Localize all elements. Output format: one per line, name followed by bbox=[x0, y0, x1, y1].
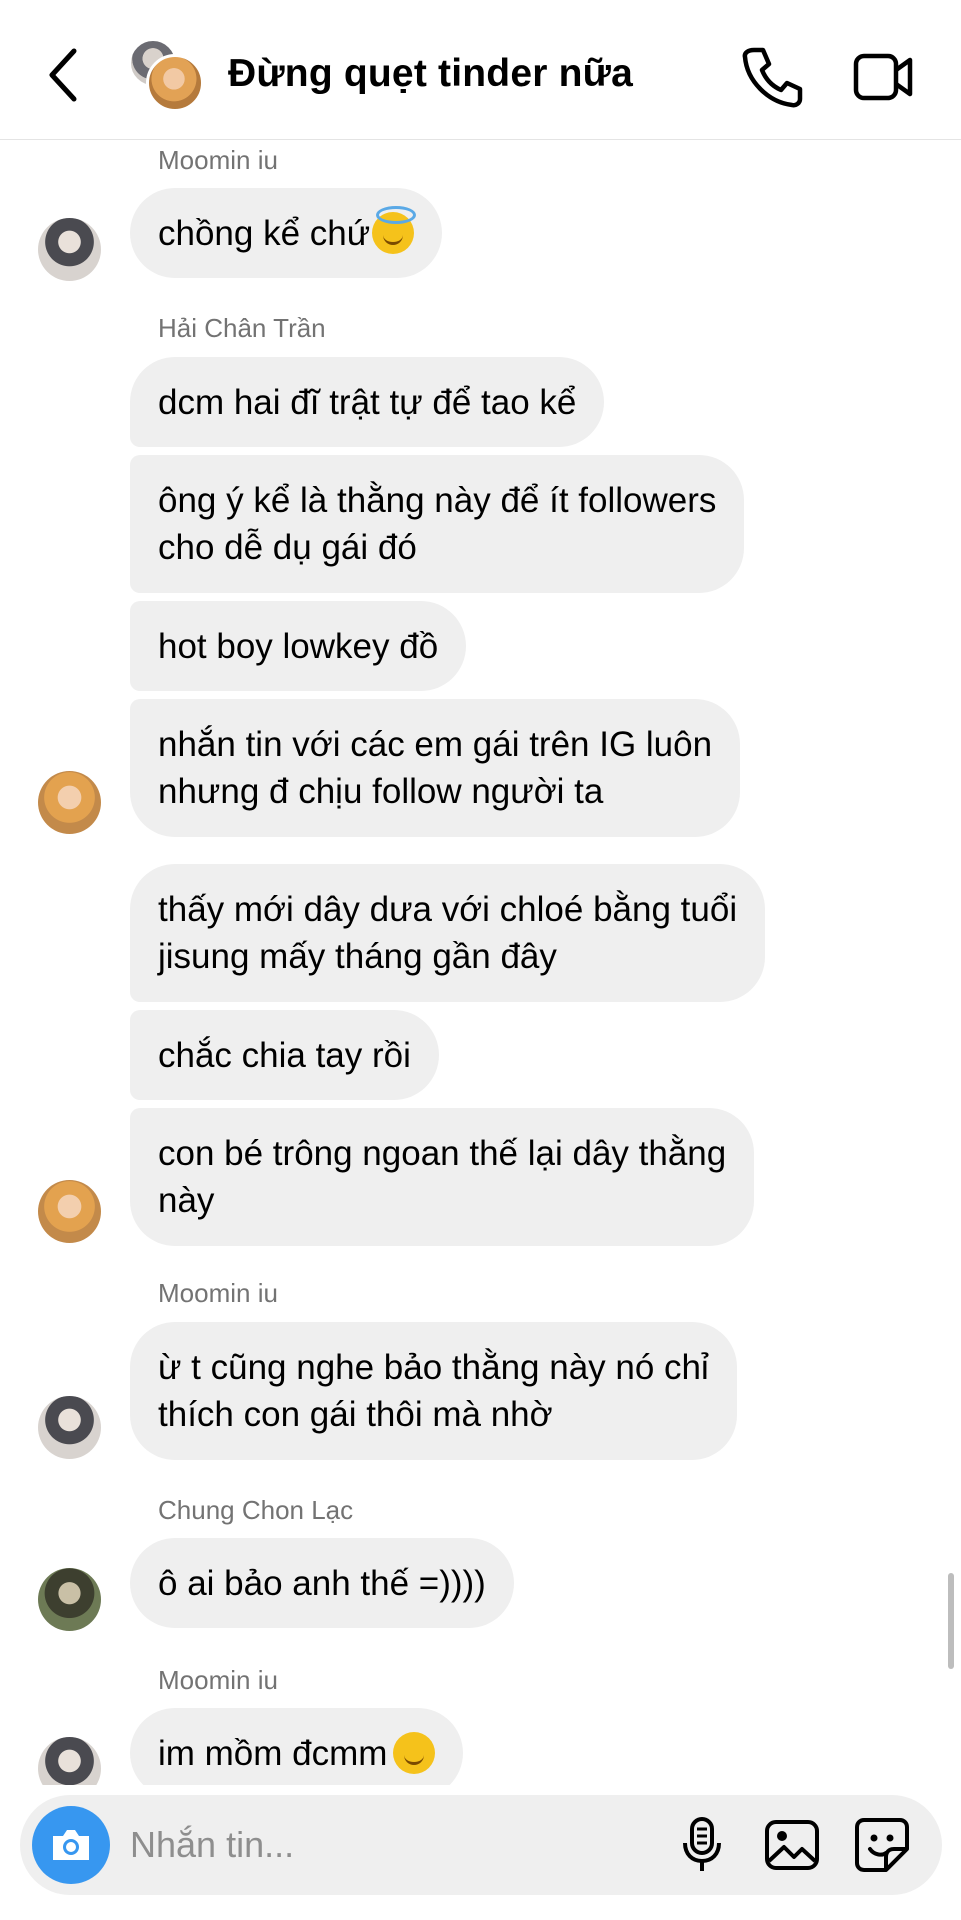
message-composer bbox=[20, 1795, 942, 1895]
chevron-left-icon bbox=[49, 48, 77, 102]
voice-message-button[interactable] bbox=[670, 1813, 734, 1877]
avatar[interactable] bbox=[38, 1568, 101, 1631]
message-text: chắc chia tay rồi bbox=[158, 1035, 411, 1075]
gallery-button[interactable] bbox=[760, 1813, 824, 1877]
voice-call-button[interactable] bbox=[738, 44, 806, 110]
camera-icon bbox=[53, 1830, 89, 1860]
back-button[interactable] bbox=[38, 40, 88, 110]
message-text: nhắn tin với các em gái trên IG luôn như… bbox=[158, 725, 713, 811]
sender-name: Moomin iu bbox=[158, 1278, 278, 1308]
message-bubble[interactable]: chồng kể chứ bbox=[130, 188, 443, 278]
sticker-icon bbox=[855, 1818, 909, 1872]
slightly-smiling-face-icon bbox=[393, 1732, 436, 1774]
message-bubble[interactable]: ô ai bảo anh thế =)))) bbox=[130, 1538, 514, 1628]
message-text: ừ t cũng nghe bảo thằng này nó chỉ thích… bbox=[158, 1348, 709, 1434]
sticker-button[interactable] bbox=[850, 1813, 914, 1877]
video-camera-icon bbox=[853, 53, 913, 101]
avatar[interactable] bbox=[38, 218, 101, 281]
camera-button[interactable] bbox=[32, 1806, 110, 1884]
message-text: con bé trông ngoan thế lại dây thằng này bbox=[158, 1134, 727, 1220]
group-avatar[interactable] bbox=[128, 38, 208, 114]
message-text: ông ý kể là thằng này để ít followers ch… bbox=[158, 481, 717, 567]
microphone-icon bbox=[683, 1817, 721, 1871]
image-icon bbox=[765, 1820, 819, 1870]
message-list[interactable]: Moomin iu chồng kể chứ Hải Chân Trần dcm… bbox=[0, 140, 961, 1785]
message-bubble[interactable]: chắc chia tay rồi bbox=[130, 1010, 439, 1100]
avatar[interactable] bbox=[38, 1396, 101, 1459]
message-text: im mồm đcmm bbox=[158, 1733, 388, 1773]
avatar[interactable] bbox=[38, 1737, 101, 1785]
message-bubble[interactable]: thấy mới dây dưa với chloé bằng tuổi jis… bbox=[130, 864, 766, 1002]
message-bubble[interactable]: hot boy lowkey đồ bbox=[130, 601, 467, 691]
message-bubble[interactable]: nhắn tin với các em gái trên IG luôn như… bbox=[130, 699, 741, 837]
sender-name: Moomin iu bbox=[158, 1665, 278, 1695]
sender-name: Hải Chân Trần bbox=[158, 313, 326, 343]
sender-name: Chung Chon Lạc bbox=[158, 1495, 354, 1525]
sender-name: Moomin iu bbox=[158, 145, 278, 175]
avatar[interactable] bbox=[38, 1180, 101, 1243]
message-bubble[interactable]: con bé trông ngoan thế lại dây thằng này bbox=[130, 1108, 755, 1246]
smiling-face-with-halo-icon bbox=[372, 206, 417, 254]
video-call-button[interactable] bbox=[852, 48, 916, 106]
message-text: hot boy lowkey đồ bbox=[158, 626, 439, 666]
phone-icon bbox=[742, 47, 803, 108]
message-bubble[interactable]: ừ t cũng nghe bảo thằng này nó chỉ thích… bbox=[130, 1322, 737, 1460]
member-avatar bbox=[146, 54, 204, 112]
message-bubble[interactable]: ông ý kể là thằng này để ít followers ch… bbox=[130, 455, 745, 593]
chat-title[interactable]: Đừng quẹt tinder nữa bbox=[228, 52, 633, 96]
message-bubble[interactable]: im mồm đcmm bbox=[130, 1708, 464, 1785]
message-text: chồng kể chứ bbox=[158, 213, 371, 253]
message-text: ô ai bảo anh thế =)))) bbox=[158, 1563, 486, 1603]
message-text: thấy mới dây dưa với chloé bằng tuổi jis… bbox=[158, 890, 738, 976]
message-text: dcm hai đĩ trật tự để tao kể bbox=[158, 382, 577, 422]
scrollbar[interactable] bbox=[948, 1573, 954, 1669]
chat-header: Đừng quẹt tinder nữa bbox=[0, 0, 961, 140]
avatar[interactable] bbox=[38, 771, 101, 834]
message-bubble[interactable]: dcm hai đĩ trật tự để tao kể bbox=[130, 357, 605, 447]
message-input[interactable] bbox=[130, 1815, 650, 1875]
